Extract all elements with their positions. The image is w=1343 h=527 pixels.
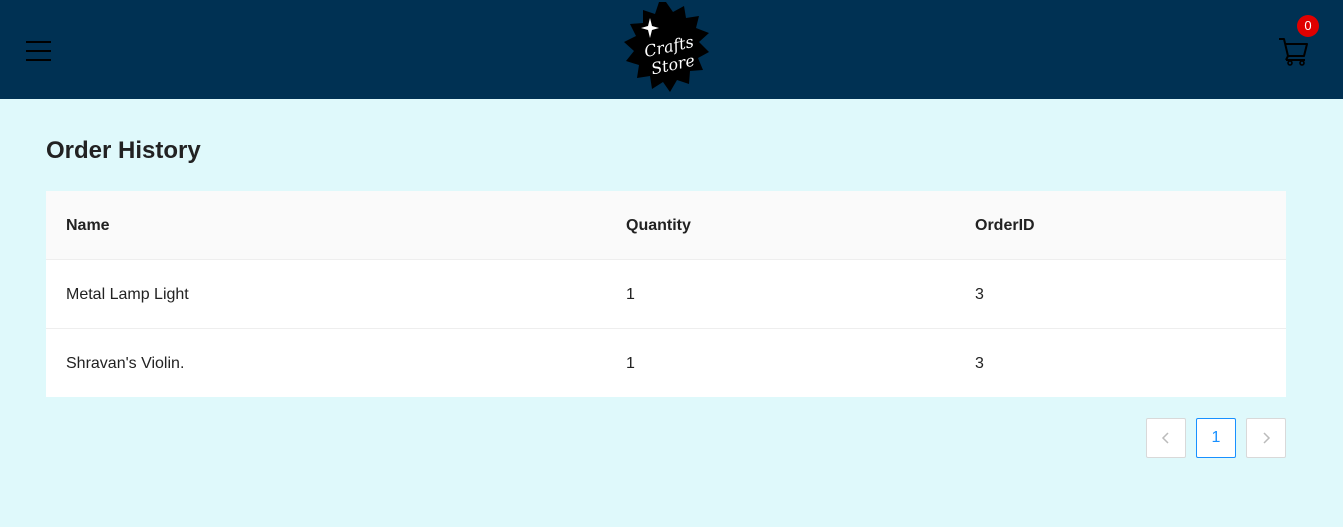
cart-count-badge: 0: [1297, 15, 1319, 37]
crafts-store-logo[interactable]: Crafts Store: [619, 2, 713, 96]
pagination-next-button[interactable]: [1246, 418, 1286, 458]
table-row: Shravan's Violin. 1 3: [46, 329, 1286, 397]
table-header-row: Name Quantity OrderID: [46, 191, 1286, 260]
column-header-orderid: OrderID: [975, 217, 1035, 234]
cell-orderid: 3: [975, 355, 984, 372]
cell-orderid: 3: [975, 286, 984, 303]
shopping-cart-icon[interactable]: [1278, 36, 1310, 66]
column-header-name: Name: [66, 217, 110, 234]
cell-quantity: 1: [626, 286, 635, 303]
page-title: Order History: [46, 137, 201, 164]
top-navbar: Crafts Store 0: [0, 0, 1343, 99]
cell-name: Shravan's Violin.: [66, 355, 185, 372]
chevron-right-icon: [1263, 432, 1271, 444]
cell-quantity: 1: [626, 355, 635, 372]
cell-name: Metal Lamp Light: [66, 286, 189, 303]
pagination-prev-button[interactable]: [1146, 418, 1186, 458]
pagination-page-button[interactable]: 1: [1196, 418, 1236, 458]
chevron-left-icon: [1161, 432, 1169, 444]
hamburger-menu-icon[interactable]: [26, 40, 51, 62]
column-header-quantity: Quantity: [626, 217, 691, 234]
order-history-table: Name Quantity OrderID Metal Lamp Light 1…: [46, 191, 1286, 397]
table-row: Metal Lamp Light 1 3: [46, 260, 1286, 329]
